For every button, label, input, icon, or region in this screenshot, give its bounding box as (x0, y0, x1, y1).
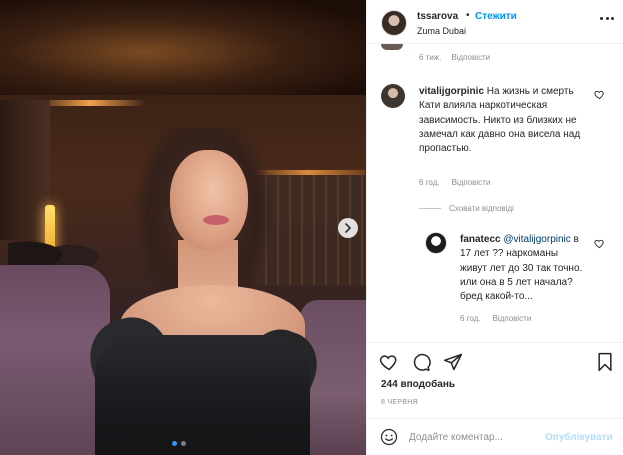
post-date[interactable]: 8 червня (381, 399, 418, 406)
ceiling-light (35, 100, 145, 106)
person-face (170, 150, 248, 250)
reply-button[interactable]: Відповісти (452, 178, 491, 187)
next-slide-button[interactable] (338, 218, 358, 238)
person-dress (95, 335, 310, 455)
comment-input[interactable] (409, 428, 549, 446)
heart-icon[interactable] (594, 89, 605, 100)
divider (367, 342, 623, 343)
hide-replies-label: Сховати відповіді (449, 204, 514, 213)
reply-body: fanatecc @vitalijgorpinic в 17 лет ?? на… (460, 233, 585, 304)
more-options-icon[interactable] (600, 17, 614, 21)
wall-panel (0, 100, 50, 240)
comment-meta: 6 год. Відповісти (419, 178, 490, 187)
avatar[interactable] (381, 10, 407, 36)
bookmark-icon[interactable] (595, 352, 615, 372)
slide-dot (181, 441, 186, 446)
separator-dot: • (466, 10, 470, 21)
share-icon[interactable] (443, 352, 463, 372)
comment-time[interactable]: 6 тиж. (419, 53, 441, 62)
comment-time[interactable]: 6 год. (419, 178, 440, 187)
person-lips (203, 215, 229, 225)
comment-body: vitalijgorpinic На жизнь и смерть Кати в… (419, 85, 587, 156)
emoji-icon[interactable] (380, 428, 398, 446)
reply-mention[interactable]: @vitalijgorpinic (503, 234, 570, 245)
post-header: tssarova • Стежити Zuma Dubai (367, 0, 623, 44)
avatar[interactable] (425, 232, 447, 254)
reply-time[interactable]: 6 год. (460, 314, 481, 323)
slide-dot (172, 441, 177, 446)
follow-button[interactable]: Стежити (475, 11, 517, 22)
slide-indicator (172, 441, 186, 446)
reply-username[interactable]: fanatecc (460, 234, 501, 245)
add-comment-bar: Опублікувати (367, 418, 623, 455)
comment-icon[interactable] (411, 352, 431, 372)
comment-meta: 6 тиж. Відповісти (419, 53, 490, 62)
post-details-panel: tssarova • Стежити Zuma Dubai 6 тиж. Відп… (366, 0, 623, 455)
heart-icon[interactable] (594, 238, 605, 249)
post-username[interactable]: tssarova (417, 11, 458, 22)
restaurant-ceiling (0, 0, 366, 95)
publish-button[interactable]: Опублікувати (545, 432, 613, 443)
post-photo[interactable] (0, 0, 366, 455)
chevron-right-icon (345, 223, 351, 233)
reply-button[interactable]: Відповісти (493, 314, 532, 323)
hide-replies-button[interactable]: Сховати відповіді (419, 204, 514, 213)
reply-button[interactable]: Відповісти (451, 53, 490, 62)
divider (419, 208, 441, 209)
reply-meta: 6 год. Відповісти (460, 314, 531, 323)
avatar[interactable] (381, 84, 405, 108)
heart-icon[interactable] (379, 352, 399, 372)
avatar[interactable] (381, 44, 403, 50)
post-location[interactable]: Zuma Dubai (417, 26, 466, 36)
likes-count[interactable]: 244 вподобань (381, 379, 455, 390)
comment-username[interactable]: vitalijgorpinic (419, 86, 484, 97)
